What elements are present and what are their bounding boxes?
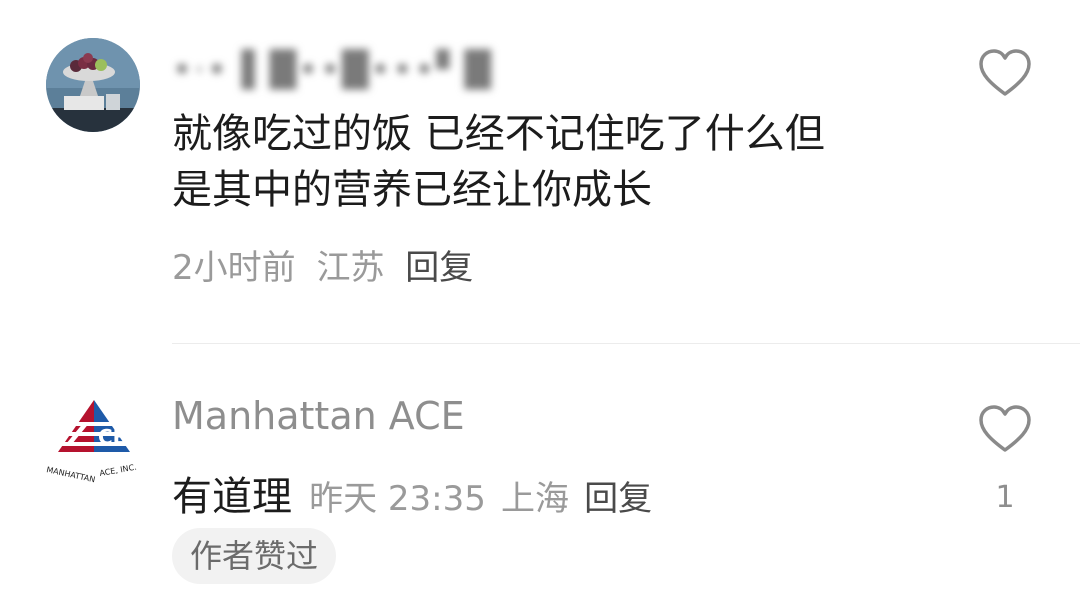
like-button[interactable] [976,48,1034,102]
heart-outline-icon [979,49,1031,96]
comment-line: 就像吃过的饭 已经不记住吃了什么但 [172,111,825,157]
heart-outline-icon [979,405,1031,452]
comment-text: 有道理 [172,474,292,520]
comment-time: 昨天 23:35 [309,479,486,519]
comment-meta: 2小时前 江苏 回复 [172,240,483,289]
comment-item: CE MANHATTAN ACE, INC. Manhattan ACE 有道理… [0,344,1080,608]
reply-button[interactable]: 回复 [405,248,473,288]
author-liked-badge: 作者赞过 [172,528,337,584]
comment-body: 有道理 昨天 23:35 上海 回复 [172,464,652,522]
like-count: 1 [995,480,1015,515]
comment-location: 江苏 [316,248,385,288]
reply-button[interactable]: 回复 [584,479,652,519]
comment-time: 2小时前 [172,248,296,288]
comment-text: 就像吃过的饭 已经不记住吃了什么但 是其中的营养已经让你成长 [172,106,932,218]
comment-location: 上海 [500,479,569,519]
username-text: •·• ▌█••█•••▘█ [172,50,493,90]
comment-item: •·• ▌█••█•••▘█ 就像吃过的饭 已经不记住吃了什么但 是其中的营养已… [0,0,1080,344]
svg-text:CE: CE [98,425,126,449]
avatar[interactable]: CE MANHATTAN ACE, INC. [42,392,146,496]
username[interactable]: •·• ▌█••█•••▘█ [172,46,493,90]
avatar[interactable] [46,38,140,132]
username[interactable]: Manhattan ACE [172,394,465,438]
comment-line: 是其中的营养已经让你成长 [172,167,652,213]
like-button[interactable]: 1 [976,404,1034,515]
